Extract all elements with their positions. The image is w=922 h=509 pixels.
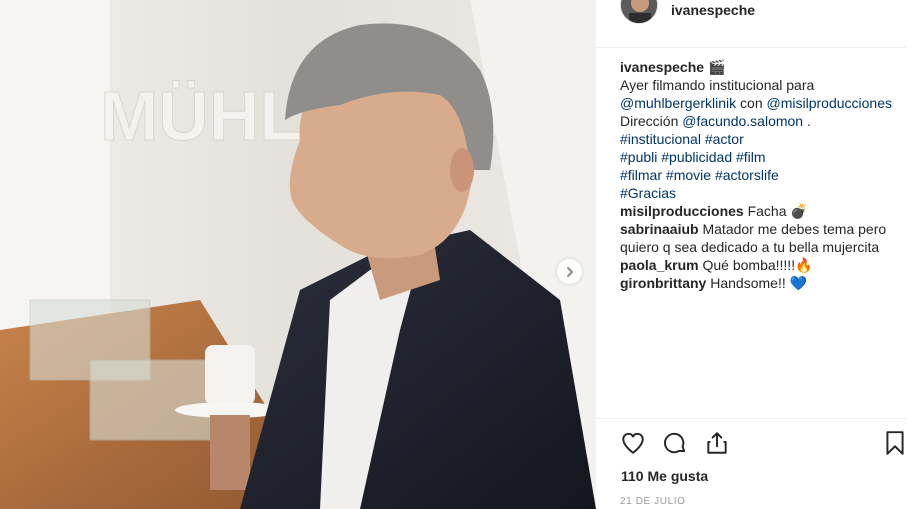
header-username[interactable]: ivanespeche	[671, 2, 755, 18]
comment-username[interactable]: sabrinaaiub	[620, 221, 699, 237]
avatar[interactable]	[620, 0, 658, 24]
caption-line: Ayer filmando institucional para	[620, 77, 815, 93]
caption-text: .	[806, 113, 811, 129]
caption-username[interactable]: ivanespeche	[620, 59, 704, 75]
hashtag-link[interactable]: #publi	[620, 149, 657, 165]
actions-divider	[596, 418, 906, 419]
comment-item: paola_krum Qué bomba!!!!!🔥	[620, 256, 906, 274]
share-icon[interactable]	[704, 430, 730, 456]
heart-icon[interactable]	[620, 430, 646, 456]
post-date[interactable]: 21 DE JULIO	[620, 496, 686, 507]
next-media-button[interactable]	[557, 259, 582, 284]
hashtag-link[interactable]: #filmar	[620, 167, 662, 183]
hashtag-link[interactable]: #movie	[666, 167, 711, 183]
caption-text: con	[740, 95, 763, 111]
post-actions	[620, 430, 910, 458]
comment-text: Facha 💣	[747, 203, 808, 219]
comment-username[interactable]: misilproducciones	[620, 203, 744, 219]
mention-link[interactable]: @misilproducciones	[767, 95, 892, 111]
hashtag-link[interactable]: #actorslife	[715, 167, 779, 183]
post-photo: MÜHLBERGER	[0, 0, 596, 509]
comment-item: sabrinaaiub Matador me debes tema pero q…	[620, 220, 906, 256]
comment-text: Handsome!! 💙	[710, 275, 808, 291]
caption-text: Dirección	[620, 113, 679, 129]
likes-count[interactable]: 110 Me gusta	[621, 468, 708, 484]
mention-link[interactable]: @facundo.salomon	[682, 113, 803, 129]
comment-item: misilproducciones Facha 💣	[620, 202, 906, 220]
post-side-panel: ivanespeche ivanespeche 🎬 Ayer filmando …	[596, 0, 922, 509]
hashtag-link[interactable]: #film	[736, 149, 766, 165]
post-header: ivanespeche	[596, 0, 906, 48]
mention-link[interactable]: @muhlbergerklinik	[620, 95, 736, 111]
comment-username[interactable]: paola_krum	[620, 257, 699, 273]
comment-item: gironbrittany Handsome!! 💙	[620, 274, 906, 292]
clapper-emoji: 🎬	[707, 59, 726, 75]
caption: ivanespeche 🎬 Ayer filmando instituciona…	[620, 58, 906, 202]
hashtag-link[interactable]: #institucional	[620, 131, 701, 147]
comment-icon[interactable]	[662, 430, 688, 456]
post-media[interactable]: MÜHLBERGER	[0, 0, 596, 509]
comment-username[interactable]: gironbrittany	[620, 275, 706, 291]
bookmark-icon[interactable]	[883, 430, 907, 456]
chevron-right-icon	[566, 266, 573, 277]
comments-section: ivanespeche 🎬 Ayer filmando instituciona…	[620, 58, 906, 292]
hashtag-link[interactable]: #Gracias	[620, 185, 676, 201]
hashtag-link[interactable]: #publicidad	[661, 149, 732, 165]
comment-text: Qué bomba!!!!!🔥	[702, 257, 813, 273]
hashtag-link[interactable]: #actor	[705, 131, 744, 147]
